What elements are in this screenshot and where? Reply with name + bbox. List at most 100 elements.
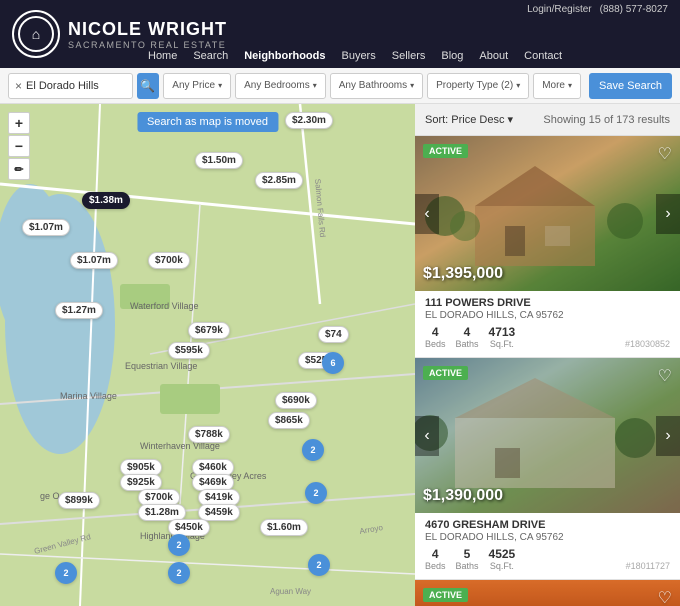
price-filter[interactable]: Any Price ▾ xyxy=(163,73,231,99)
svg-text:Waterford Village: Waterford Village xyxy=(130,301,199,311)
sqft-value: 4525 xyxy=(489,547,516,561)
price-bubble[interactable]: $1.50m xyxy=(195,152,243,169)
active-badge: ACTIVE xyxy=(423,588,468,602)
price-bubble[interactable]: $700k xyxy=(148,252,190,269)
sort-dropdown[interactable]: Sort: Price Desc ▾ xyxy=(425,113,513,126)
price-bubble[interactable]: $1.60m xyxy=(260,519,308,536)
property-type-filter[interactable]: Property Type (2) ▾ xyxy=(427,73,529,99)
cluster-bubble[interactable]: 2 xyxy=(55,562,77,584)
heart-icon[interactable]: ♡ xyxy=(658,366,672,386)
price-bubble-selected[interactable]: $1.38m xyxy=(82,192,130,209)
chevron-down-icon: ▾ xyxy=(568,81,572,90)
svg-text:Marina Village: Marina Village xyxy=(60,391,117,401)
chevron-down-icon: ▾ xyxy=(516,81,520,90)
more-filter[interactable]: More ▾ xyxy=(533,73,581,99)
location-value: El Dorado Hills xyxy=(26,80,125,92)
cluster-bubble[interactable]: 2 xyxy=(168,562,190,584)
cluster-bubble[interactable]: 2 xyxy=(168,534,190,556)
listing-address: 111 POWERS DRIVE xyxy=(425,297,670,309)
price-bubble[interactable]: $74 xyxy=(318,326,349,343)
listing-details: 4 Beds 4 Baths 4713 Sq.Ft. #18030852 xyxy=(425,325,670,349)
sort-label: Sort: Price Desc xyxy=(425,114,504,126)
logo: ⌂ xyxy=(12,10,60,58)
nav-sellers[interactable]: Sellers xyxy=(384,44,434,68)
bedrooms-filter[interactable]: Any Bedrooms ▾ xyxy=(235,73,326,99)
save-search-button[interactable]: Save Search xyxy=(589,73,672,99)
beds-label: Beds xyxy=(425,561,446,571)
baths-label: Baths xyxy=(456,339,479,349)
map-controls: + − ✏ xyxy=(8,112,30,180)
price-bubble[interactable]: $690k xyxy=(275,392,317,409)
brand-name: NICOLE WRIGHT xyxy=(68,19,227,40)
price-bubble[interactable]: $595k xyxy=(168,342,210,359)
nav-buyers[interactable]: Buyers xyxy=(333,44,383,68)
main-nav: Home Search Neighborhoods Buyers Sellers… xyxy=(140,44,680,68)
map-container[interactable]: Waterford Village Equestrian Village Mar… xyxy=(0,104,415,606)
listing-image: ACTIVE ♡ $1,395,000 ‹ › xyxy=(415,136,680,291)
svg-text:Equestrian Village: Equestrian Village xyxy=(125,361,197,371)
active-badge: ACTIVE xyxy=(423,144,468,158)
cluster-bubble[interactable]: 2 xyxy=(308,554,330,576)
sqft-value: 4713 xyxy=(489,325,516,339)
cluster-bubble[interactable]: 6 xyxy=(322,352,344,374)
heart-icon[interactable]: ♡ xyxy=(658,144,672,164)
nav-home[interactable]: Home xyxy=(140,44,185,68)
listing-address: 4670 GRESHAM DRIVE xyxy=(425,519,670,531)
price-bubble[interactable]: $788k xyxy=(188,426,230,443)
location-tag[interactable]: × El Dorado Hills xyxy=(8,73,133,99)
price-bubble[interactable]: $2.85m xyxy=(255,172,303,189)
beds-value: 4 xyxy=(432,547,439,561)
nav-about[interactable]: About xyxy=(471,44,516,68)
listings-scroll[interactable]: ACTIVE ♡ $1,395,000 ‹ › 111 POWERS DRIVE… xyxy=(415,136,680,606)
price-bubble[interactable]: $450k xyxy=(168,519,210,536)
sqft-label: Sq.Ft. xyxy=(490,339,514,349)
listing-card: ACTIVE ♡ $1,375,000 ‹ › 1506 BOLIVAR COU… xyxy=(415,580,680,606)
listing-mls: #18011727 xyxy=(626,561,670,571)
listing-price: $1,390,000 xyxy=(423,487,503,505)
main-content: Waterford Village Equestrian Village Mar… xyxy=(0,104,680,606)
search-button[interactable]: 🔍 xyxy=(137,73,160,99)
price-bubble[interactable]: $2.30m xyxy=(285,112,333,129)
baths-label: Baths xyxy=(456,561,479,571)
zoom-out-button[interactable]: − xyxy=(8,135,30,157)
svg-text:Aguan Way: Aguan Way xyxy=(270,587,311,596)
listings-panel: Sort: Price Desc ▾ Showing 15 of 173 res… xyxy=(415,104,680,606)
nav-search[interactable]: Search xyxy=(185,44,236,68)
listing-info: 111 POWERS DRIVE EL DORADO HILLS, CA 957… xyxy=(415,291,680,357)
chevron-down-icon: ▾ xyxy=(507,113,513,126)
phone-number: (888) 577-8027 xyxy=(600,4,668,15)
zoom-in-button[interactable]: + xyxy=(8,112,30,134)
nav-neighborhoods[interactable]: Neighborhoods xyxy=(236,44,333,68)
price-bubble[interactable]: $679k xyxy=(188,322,230,339)
active-badge: ACTIVE xyxy=(423,366,468,380)
listing-details: 4 Beds 5 Baths 4525 Sq.Ft. #18011727 xyxy=(425,547,670,571)
price-bubble[interactable]: $1.27m xyxy=(55,302,103,319)
chevron-down-icon: ▾ xyxy=(410,81,414,90)
next-image-button[interactable]: › xyxy=(656,194,680,234)
prev-image-button[interactable]: ‹ xyxy=(415,416,439,456)
prev-image-button[interactable]: ‹ xyxy=(415,194,439,234)
clear-location-button[interactable]: × xyxy=(15,79,22,93)
beds-value: 4 xyxy=(432,325,439,339)
bathrooms-filter[interactable]: Any Bathrooms ▾ xyxy=(330,73,423,99)
nav-blog[interactable]: Blog xyxy=(433,44,471,68)
price-bubble[interactable]: $1.07m xyxy=(22,219,70,236)
top-right-nav: Login/Register (888) 577-8027 xyxy=(527,4,668,15)
map-edit-button[interactable]: ✏ xyxy=(8,158,30,180)
sqft-label: Sq.Ft. xyxy=(490,561,514,571)
next-image-button[interactable]: › xyxy=(656,416,680,456)
price-bubble[interactable]: $459k xyxy=(198,504,240,521)
cluster-bubble[interactable]: 2 xyxy=(305,482,327,504)
search-bar: × El Dorado Hills 🔍 Any Price ▾ Any Bedr… xyxy=(0,68,680,104)
heart-icon[interactable]: ♡ xyxy=(658,588,672,606)
price-bubble[interactable]: $865k xyxy=(268,412,310,429)
search-as-moved-button[interactable]: Search as map is moved xyxy=(137,112,278,132)
search-icon: 🔍 xyxy=(140,79,155,93)
price-bubble[interactable]: $1.07m xyxy=(70,252,118,269)
cluster-bubble[interactable]: 2 xyxy=(302,439,324,461)
listing-price: $1,395,000 xyxy=(423,265,503,283)
listings-header: Sort: Price Desc ▾ Showing 15 of 173 res… xyxy=(415,104,680,136)
login-link[interactable]: Login/Register xyxy=(527,4,591,15)
nav-contact[interactable]: Contact xyxy=(516,44,570,68)
price-bubble[interactable]: $899k xyxy=(58,492,100,509)
